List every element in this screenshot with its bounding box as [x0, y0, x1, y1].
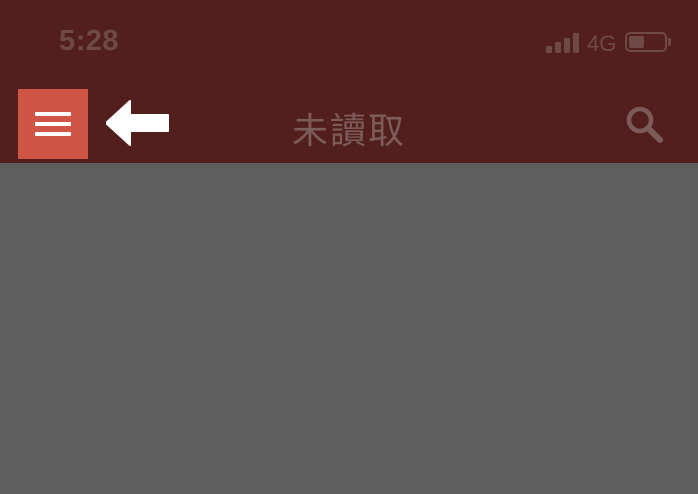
battery-level: [629, 36, 644, 48]
signal-strength-icon: [546, 33, 580, 53]
battery-icon: [625, 32, 671, 52]
app-bar: 未讀取: [0, 84, 698, 163]
status-time: 5:28: [59, 25, 120, 57]
search-icon: [626, 106, 663, 143]
dimmed-content-overlay: [0, 163, 698, 494]
screen: 5:28 4G 未讀取: [0, 0, 698, 494]
network-type: 4G: [587, 31, 617, 56]
search-button[interactable]: [622, 102, 666, 146]
status-bar: 5:28 4G: [0, 0, 698, 84]
page-title: 未讀取: [291, 111, 406, 152]
